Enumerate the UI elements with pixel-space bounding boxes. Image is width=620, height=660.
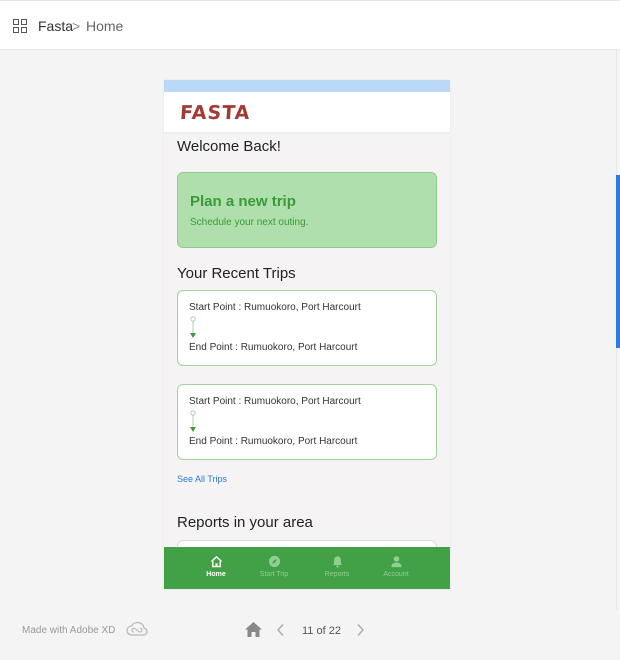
nav-start-trip[interactable]: Start Trip — [244, 555, 304, 578]
home-icon — [210, 555, 222, 568]
route-arrow-icon — [190, 316, 196, 338]
plan-trip-title: Plan a new trip — [190, 193, 296, 210]
creative-cloud-icon — [126, 621, 148, 636]
breadcrumb-page: Home — [86, 18, 124, 34]
plan-trip-card[interactable]: Plan a new trip Schedule your next outin… — [177, 172, 437, 248]
nav-reports[interactable]: Reports — [307, 555, 367, 578]
trip-card[interactable]: Start Point : Rumuokoro, Port Harcourt E… — [177, 384, 437, 460]
page-indicator: 11 of 22 — [302, 625, 341, 637]
trip-end-point: End Point : Rumuokoro, Port Harcourt — [189, 342, 358, 353]
user-icon — [390, 556, 402, 568]
scrollbar-thumb[interactable] — [616, 175, 620, 348]
nav-home[interactable]: Home — [186, 555, 246, 578]
route-arrow-icon — [190, 410, 196, 432]
bell-icon — [332, 556, 342, 568]
recent-trips-heading: Your Recent Trips — [177, 265, 296, 282]
see-all-trips-link[interactable]: See All Trips — [177, 474, 227, 484]
plan-trip-subtitle: Schedule your next outing. — [190, 217, 309, 228]
nav-start-trip-label: Start Trip — [259, 571, 289, 578]
nav-reports-label: Reports — [324, 571, 350, 578]
grid-icon[interactable] — [13, 19, 27, 33]
home-icon[interactable] — [244, 621, 263, 638]
nav-home-label: Home — [206, 571, 226, 578]
trip-start-point: Start Point : Rumuokoro, Port Harcourt — [189, 302, 361, 313]
fasta-logo: FASTA — [179, 102, 252, 124]
breadcrumb-app[interactable]: Fasta — [38, 18, 73, 34]
status-bar — [164, 80, 450, 92]
made-with-adobe-xd[interactable]: Made with Adobe XD — [22, 625, 115, 636]
trip-start-point: Start Point : Rumuokoro, Port Harcourt — [189, 396, 361, 407]
nav-account[interactable]: Account — [366, 555, 426, 578]
top-bar: Fasta > Home — [0, 0, 620, 50]
reports-heading: Reports in your area — [177, 514, 313, 531]
trip-end-point: End Point : Rumuokoro, Port Harcourt — [189, 436, 358, 447]
trip-card[interactable]: Start Point : Rumuokoro, Port Harcourt E… — [177, 290, 437, 366]
app-header: FASTA — [164, 92, 450, 132]
welcome-heading: Welcome Back! — [177, 138, 281, 155]
chevron-right-icon[interactable] — [355, 623, 365, 637]
bottom-nav: Home Start Trip Reports Account — [164, 547, 450, 589]
nav-account-label: Account — [383, 571, 409, 578]
compass-icon — [268, 555, 280, 568]
breadcrumb-separator: > — [72, 18, 81, 34]
chevron-left-icon[interactable] — [276, 623, 286, 637]
artboard: FASTA Welcome Back! Plan a new trip Sche… — [164, 80, 450, 589]
